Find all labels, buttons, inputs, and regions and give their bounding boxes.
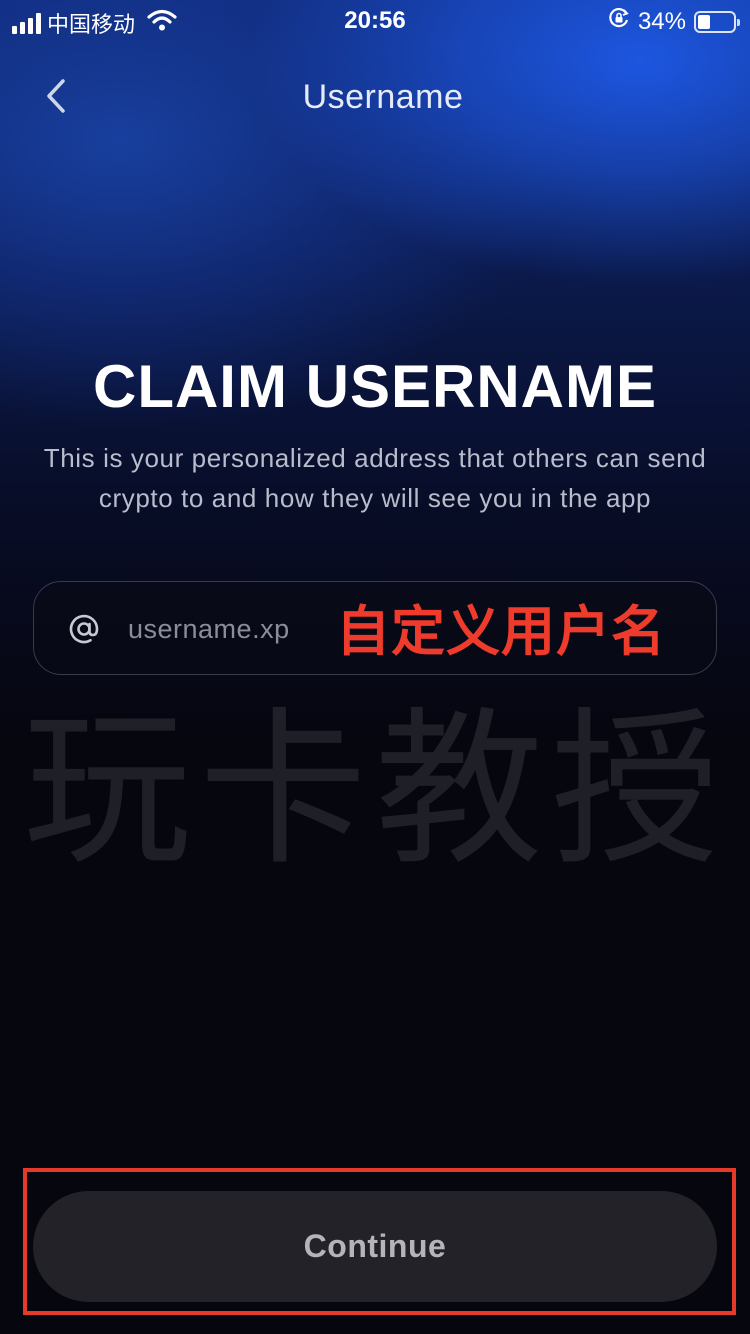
status-right: 34% — [608, 7, 740, 36]
watermark: 玩卡教授 — [23, 692, 727, 888]
battery-icon — [694, 10, 740, 33]
annotation-label: 自定义用户名 — [336, 600, 666, 663]
continue-button[interactable]: Continue — [33, 1191, 717, 1302]
description: This is your personalized address that o… — [43, 443, 707, 513]
at-icon — [64, 609, 104, 649]
headline: CLAIM USERNAME — [93, 353, 657, 420]
battery-percent: 34% — [637, 7, 686, 35]
username-input[interactable] — [128, 602, 338, 656]
orientation-lock-icon — [608, 7, 630, 36]
status-bar: 中国移动 20:56 34% — [0, 0, 750, 40]
page-title: Username — [302, 78, 464, 116]
battery-fill — [698, 14, 710, 29]
username-screen: 中国移动 20:56 34% Username CLAIM USERNAME T… — [0, 0, 750, 1334]
